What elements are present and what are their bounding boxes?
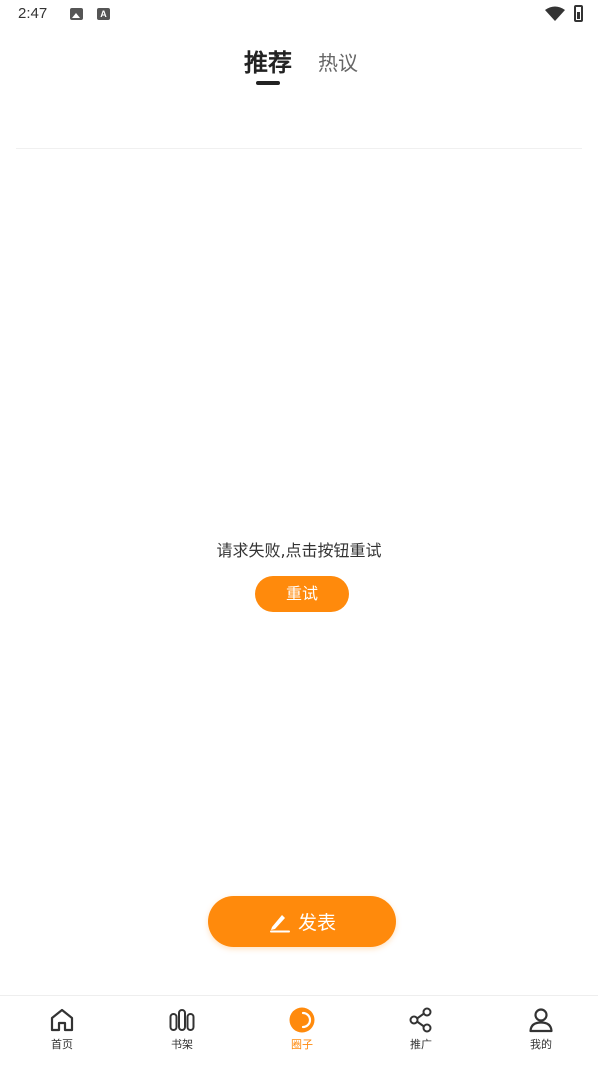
nav-label-circle: 圈子 [291,1038,313,1051]
edit-icon [269,914,290,932]
top-tabs: 推荐 热议 [0,40,598,100]
status-bar: 2:47 A [0,0,598,30]
wifi-icon [545,6,565,21]
nav-label-bookshelf: 书架 [171,1038,193,1051]
user-icon [529,1008,553,1033]
nav-item-promote[interactable]: 推广 [381,1006,461,1052]
tab-hot-discussion[interactable]: 热议 [318,47,358,76]
tab-active-indicator [256,81,280,85]
tab-recommend[interactable]: 推荐 [244,43,292,78]
nav-item-circle[interactable]: 圈子 [262,1006,342,1052]
bookshelf-icon [169,1009,195,1031]
battery-icon [574,5,583,22]
nav-item-home[interactable]: 首页 [22,1006,102,1052]
circle-icon [289,1007,315,1033]
share-icon [409,1007,432,1033]
header-divider [16,148,582,149]
nav-label-promote: 推广 [410,1038,432,1051]
nav-item-bookshelf[interactable]: 书架 [142,1006,222,1052]
app-notification-icon: A [97,8,110,20]
nav-item-me[interactable]: 我的 [501,1006,581,1052]
home-icon [50,1008,74,1032]
image-notification-icon [70,8,83,20]
publish-label: 发表 [297,912,336,934]
retry-button[interactable]: 重试 [255,576,349,612]
publish-button[interactable]: 发表 [208,896,396,947]
nav-label-home: 首页 [51,1038,73,1051]
error-message: 请求失败,点击按钮重试 [216,541,382,560]
nav-label-me: 我的 [530,1038,552,1051]
status-time: 2:47 [18,5,48,22]
bottom-nav: 首页 书架 圈子 推广 我的 [0,995,598,1070]
